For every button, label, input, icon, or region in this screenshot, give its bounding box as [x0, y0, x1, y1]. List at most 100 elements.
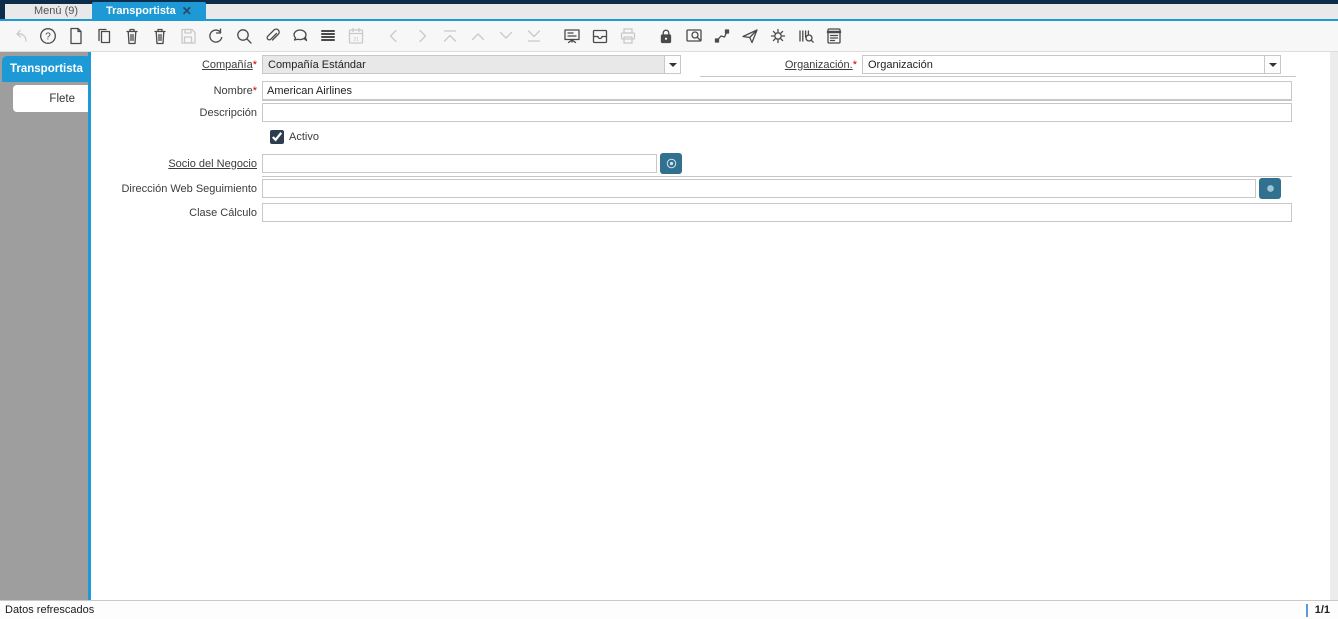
toolbar-delete-record-button[interactable] — [118, 23, 146, 49]
tab-menu-label: Menú (9) — [34, 4, 79, 17]
archive-icon — [592, 29, 608, 44]
compania-combobox[interactable]: Compañía Estándar — [262, 55, 681, 74]
toolbar-new-record-button[interactable] — [62, 23, 90, 49]
toolbar-next-record-button — [408, 23, 436, 49]
nombre-label: Nombre* — [213, 84, 257, 97]
direccion-web-url-button[interactable] — [1259, 178, 1281, 199]
sidebar-tab-flete-label: Flete — [49, 92, 75, 105]
organizacion-dropdown-button[interactable] — [1264, 56, 1280, 73]
toolbar-workflow-button[interactable] — [708, 23, 736, 49]
toolbar-copy-record-button[interactable] — [90, 23, 118, 49]
toolbar-save-button — [174, 23, 202, 49]
delete-record-icon — [126, 28, 138, 45]
toolbar-report-button[interactable] — [558, 23, 586, 49]
toolbar-toggle-grid-button[interactable] — [314, 23, 342, 49]
socio-del-negocio-label[interactable]: Socio del Negocio — [168, 158, 257, 170]
print-icon — [620, 28, 636, 44]
top-dark-left-block — [0, 0, 5, 19]
direccion-web-input[interactable] — [262, 179, 1256, 198]
toolbar-last-record-button — [520, 23, 548, 49]
next-record-icon — [419, 29, 427, 43]
svg-text:?: ? — [45, 32, 51, 43]
descripcion-label: Descripción — [199, 106, 257, 119]
toolbar-calendar-button: 31 — [342, 23, 370, 49]
sidebar-tab-flete[interactable]: Flete — [13, 85, 91, 112]
compania-dropdown-button[interactable] — [664, 56, 680, 73]
compania-value: Compañía Estándar — [263, 56, 664, 73]
toolbar-refresh-button[interactable] — [202, 23, 230, 49]
record-indicator: 1/1 — [1314, 604, 1330, 616]
row-separator — [262, 176, 1292, 177]
descripcion-input[interactable] — [262, 103, 1292, 122]
toolbar-process-button[interactable] — [764, 23, 792, 49]
delete-selection-icon — [154, 28, 166, 45]
calendar-icon: 31 — [348, 27, 364, 44]
toolbar-detail-record-button — [492, 23, 520, 49]
toolbar-first-record-button — [436, 23, 464, 49]
clase-calculo-input[interactable] — [262, 203, 1292, 222]
organizacion-label[interactable]: Organización.* — [785, 59, 857, 71]
workflow-icon — [714, 29, 730, 43]
toolbar-request-button[interactable] — [736, 23, 764, 49]
status-bar: Datos refrescados 1/1 — [0, 600, 1338, 619]
clase-calculo-label: Clase Cálculo — [189, 207, 257, 219]
report-view-icon — [826, 28, 842, 44]
socio-record-info-button[interactable] — [660, 153, 682, 174]
organizacion-value: Organización — [868, 58, 933, 71]
socio-del-negocio-input[interactable] — [262, 154, 657, 173]
tab-transportista[interactable]: Transportista ✕ — [92, 2, 206, 19]
sidebar-tab-transportista-label: Transportista — [10, 63, 83, 75]
window-content: Transportista Flete Compañía* Compañía E… — [0, 52, 1338, 600]
status-separator — [1305, 603, 1308, 617]
previous-record-icon — [389, 29, 397, 43]
compania-label[interactable]: Compañía* — [202, 59, 257, 71]
toggle-grid-icon — [321, 30, 335, 41]
save-icon — [181, 28, 196, 44]
status-message: Datos refrescados — [5, 604, 95, 616]
toolbar: ? 31 — [0, 21, 1338, 52]
toolbar-parent-record-button — [464, 23, 492, 49]
toolbar-zoom-across-button[interactable] — [680, 23, 708, 49]
request-icon — [742, 29, 758, 44]
toolbar-attachment-button[interactable] — [258, 23, 286, 49]
lock-icon — [660, 29, 672, 44]
activo-checkbox[interactable] — [270, 129, 284, 144]
help-icon: ? — [40, 28, 56, 44]
toolbar-report-view-button[interactable] — [820, 23, 848, 49]
direccion-web-label: Dirección Web Seguimiento — [121, 182, 257, 195]
refresh-icon — [209, 28, 223, 43]
toolbar-archive-button[interactable] — [586, 23, 614, 49]
chevron-down-icon — [1268, 62, 1277, 67]
carrier-form: Compañía* Compañía Estándar Organización… — [91, 52, 1338, 600]
find-icon — [237, 29, 252, 44]
toolbar-undo-button — [6, 23, 34, 49]
record-info-icon — [666, 158, 676, 169]
row-separator — [700, 76, 1296, 77]
toolbar-delete-selection-button[interactable] — [146, 23, 174, 49]
toolbar-help-button[interactable]: ? — [34, 23, 62, 49]
tab-menu[interactable]: Menú (9) — [20, 2, 92, 19]
product-info-icon — [799, 30, 814, 43]
row-separator — [262, 100, 1292, 101]
tab-transportista-label: Transportista — [106, 4, 176, 17]
tab-bar: Menú (9) Transportista ✕ — [0, 0, 1338, 21]
first-record-icon — [443, 30, 457, 42]
toolbar-product-info-button[interactable] — [792, 23, 820, 49]
organizacion-combobox[interactable]: Organización — [862, 55, 1281, 74]
activo-label: Activo — [289, 130, 319, 143]
parent-record-icon — [471, 33, 485, 41]
toolbar-lock-button[interactable] — [652, 23, 680, 49]
chevron-down-icon — [668, 62, 677, 67]
close-tab-icon[interactable]: ✕ — [182, 5, 192, 17]
chat-icon — [293, 29, 308, 42]
toolbar-chat-button[interactable] — [286, 23, 314, 49]
sidebar-tab-transportista[interactable]: Transportista — [2, 56, 91, 82]
nombre-input[interactable] — [262, 81, 1292, 100]
tab-sidebar: Transportista Flete — [0, 52, 91, 600]
toolbar-find-button[interactable] — [230, 23, 258, 49]
report-icon — [564, 29, 580, 44]
scrollbar-track[interactable] — [1330, 52, 1338, 600]
last-record-icon — [527, 30, 541, 42]
url-icon — [1266, 185, 1274, 192]
process-icon — [770, 28, 786, 44]
